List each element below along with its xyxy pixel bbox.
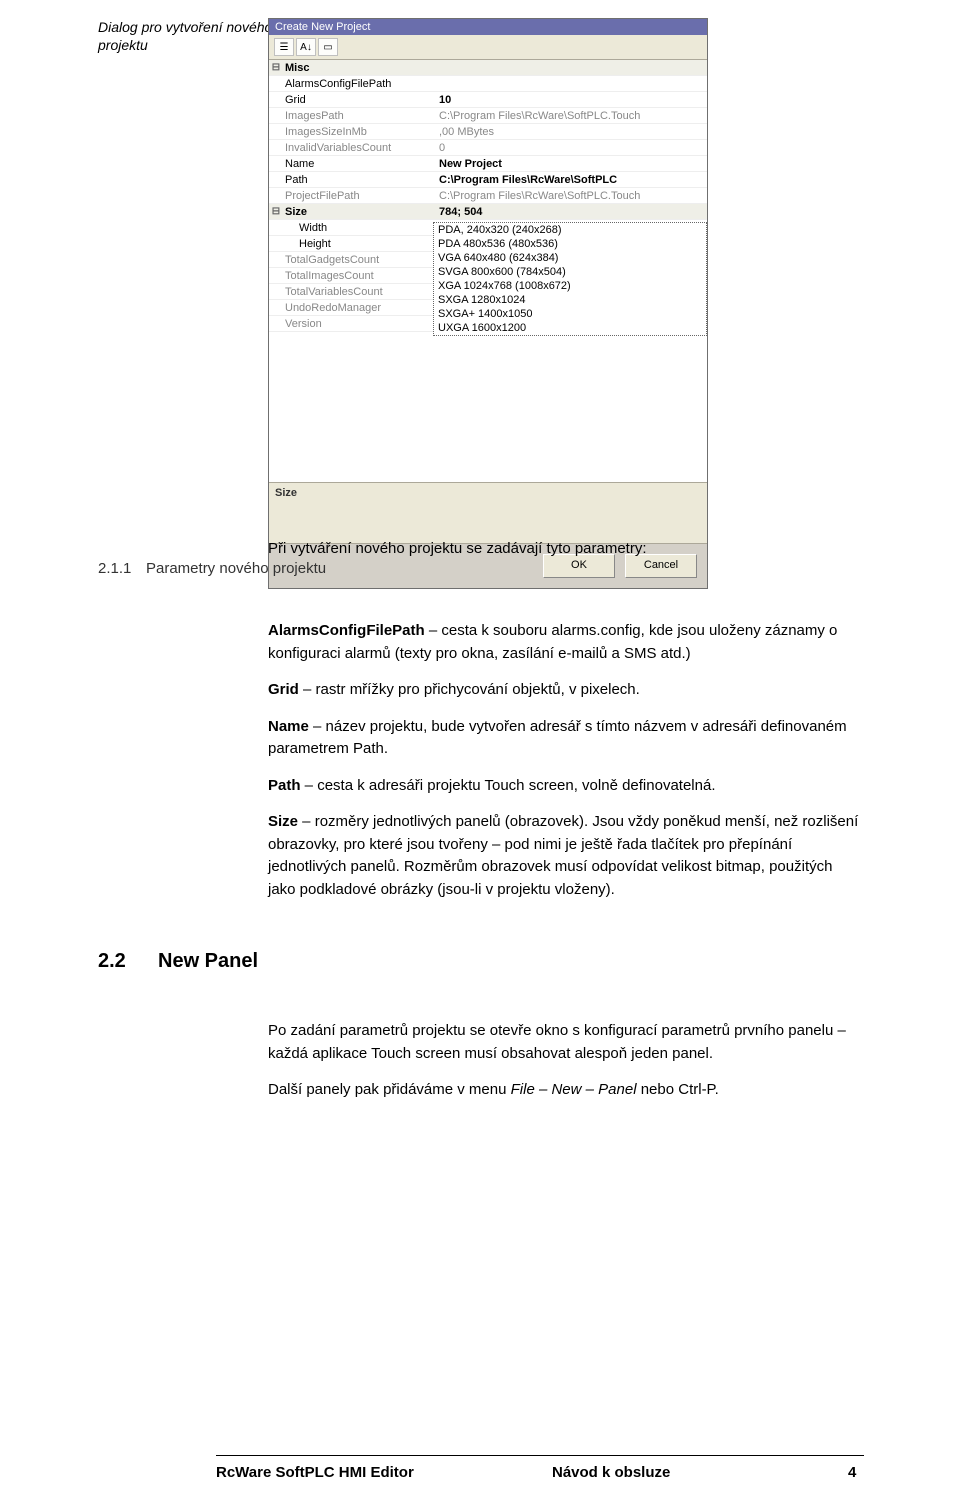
dropdown-option[interactable]: VGA 640x480 (624x384): [434, 251, 706, 265]
parameter-descriptions: AlarmsConfigFilePath – cesta k souboru a…: [268, 620, 863, 915]
param-name: Path: [268, 777, 301, 794]
section-title: New Panel: [158, 950, 258, 973]
prop-value[interactable]: 10: [435, 94, 707, 106]
section-title: Parametry nového projektu: [146, 560, 326, 577]
category-size[interactable]: ⊟ Size 784; 504: [269, 204, 707, 220]
size-dropdown[interactable]: PDA, 240x320 (240x268) PDA 480x536 (480x…: [433, 222, 707, 336]
dropdown-option[interactable]: PDA 480x536 (480x536): [434, 237, 706, 251]
figure-caption: Dialog pro vytvoření nového projektu: [98, 18, 278, 54]
param-name: AlarmsConfigFilePath: [268, 622, 425, 639]
dropdown-option[interactable]: UXGA 1600x1200: [434, 321, 706, 335]
prop-row-imagessize[interactable]: ImagesSizeInMb,00 MBytes: [269, 124, 707, 140]
footer-divider: [216, 1455, 864, 1456]
prop-key: Grid: [283, 94, 435, 106]
prop-row-imagespath[interactable]: ImagesPathC:\Program Files\RcWare\SoftPL…: [269, 108, 707, 124]
param-name: Size: [268, 813, 298, 830]
prop-row-alarms[interactable]: AlarmsConfigFilePath: [269, 76, 707, 92]
category-label: Size: [283, 206, 435, 218]
prop-key: TotalVariablesCount: [283, 286, 435, 298]
dropdown-option[interactable]: XGA 1024x768 (1008x672): [434, 279, 706, 293]
prop-key: TotalImagesCount: [283, 270, 435, 282]
dropdown-option[interactable]: SVGA 800x600 (784x504): [434, 265, 706, 279]
paragraph: Po zadání parametrů projektu se otevře o…: [268, 1020, 863, 1065]
property-description: Size: [269, 482, 707, 543]
intro-text: Při vytváření nového projektu se zadávaj…: [268, 538, 863, 559]
prop-key: Name: [283, 158, 435, 170]
prop-key: UndoRedoManager: [283, 302, 435, 314]
param-desc: – rozměry jednotlivých panelů (obrazovek…: [268, 813, 858, 898]
dropdown-option[interactable]: SXGA 1280x1024: [434, 293, 706, 307]
prop-value[interactable]: 784; 504: [435, 206, 707, 218]
footer-page-number: 4: [848, 1464, 856, 1481]
param-desc: – rastr mřížky pro přichycování objektů,…: [299, 681, 640, 698]
prop-key: TotalGadgetsCount: [283, 254, 435, 266]
collapse-icon[interactable]: ⊟: [269, 62, 283, 73]
prop-row-name[interactable]: NameNew Project: [269, 156, 707, 172]
prop-row-grid[interactable]: Grid10: [269, 92, 707, 108]
prop-value: ,00 MBytes: [435, 126, 707, 138]
prop-key: Path: [283, 174, 435, 186]
param-desc: – název projektu, bude vytvořen adresář …: [268, 718, 847, 758]
section-number: 2.2: [98, 950, 126, 973]
param-name: Grid: [268, 681, 299, 698]
prop-row-path[interactable]: PathC:\Program Files\RcWare\SoftPLC: [269, 172, 707, 188]
prop-key: Version: [283, 318, 435, 330]
create-project-dialog: Create New Project ☰ A↓ ▭ ⊟ Misc AlarmsC…: [268, 18, 708, 589]
categorized-icon[interactable]: ☰: [274, 38, 294, 56]
prop-key: AlarmsConfigFilePath: [283, 78, 435, 90]
prop-row-invalid[interactable]: InvalidVariablesCount0: [269, 140, 707, 156]
prop-key: InvalidVariablesCount: [283, 142, 435, 154]
category-label: Misc: [283, 62, 435, 74]
prop-key: Height: [283, 238, 435, 250]
prop-key: ImagesSizeInMb: [283, 126, 435, 138]
section-number: 2.1.1: [98, 560, 131, 577]
param-name: Name: [268, 718, 309, 735]
prop-value: C:\Program Files\RcWare\SoftPLC.Touch: [435, 190, 707, 202]
footer-product: RcWare SoftPLC HMI Editor: [216, 1464, 414, 1481]
prop-value: C:\Program Files\RcWare\SoftPLC.Touch: [435, 110, 707, 122]
paragraph: Další panely pak přidáváme v menu File –…: [268, 1079, 863, 1102]
prop-value: 0: [435, 142, 707, 154]
prop-row-projectfilepath[interactable]: ProjectFilePathC:\Program Files\RcWare\S…: [269, 188, 707, 204]
prop-key: Width: [283, 222, 435, 234]
param-desc: – cesta k adresáři projektu Touch screen…: [301, 777, 716, 794]
dialog-toolbar: ☰ A↓ ▭: [269, 35, 707, 60]
collapse-icon[interactable]: ⊟: [269, 206, 283, 217]
dialog-titlebar: Create New Project: [269, 19, 707, 35]
alphabetical-icon[interactable]: A↓: [296, 38, 316, 56]
prop-value[interactable]: New Project: [435, 158, 707, 170]
prop-key: ProjectFilePath: [283, 190, 435, 202]
footer-doc-title: Návod k obsluze: [552, 1464, 670, 1481]
property-grid: ⊟ Misc AlarmsConfigFilePath Grid10 Image…: [269, 60, 707, 482]
prop-value[interactable]: C:\Program Files\RcWare\SoftPLC: [435, 174, 707, 186]
section-body: Po zadání parametrů projektu se otevře o…: [268, 1020, 863, 1116]
prop-key: ImagesPath: [283, 110, 435, 122]
property-pages-icon[interactable]: ▭: [318, 38, 338, 56]
category-misc[interactable]: ⊟ Misc: [269, 60, 707, 76]
dropdown-option[interactable]: PDA, 240x320 (240x268): [434, 223, 706, 237]
dropdown-option[interactable]: SXGA+ 1400x1050: [434, 307, 706, 321]
